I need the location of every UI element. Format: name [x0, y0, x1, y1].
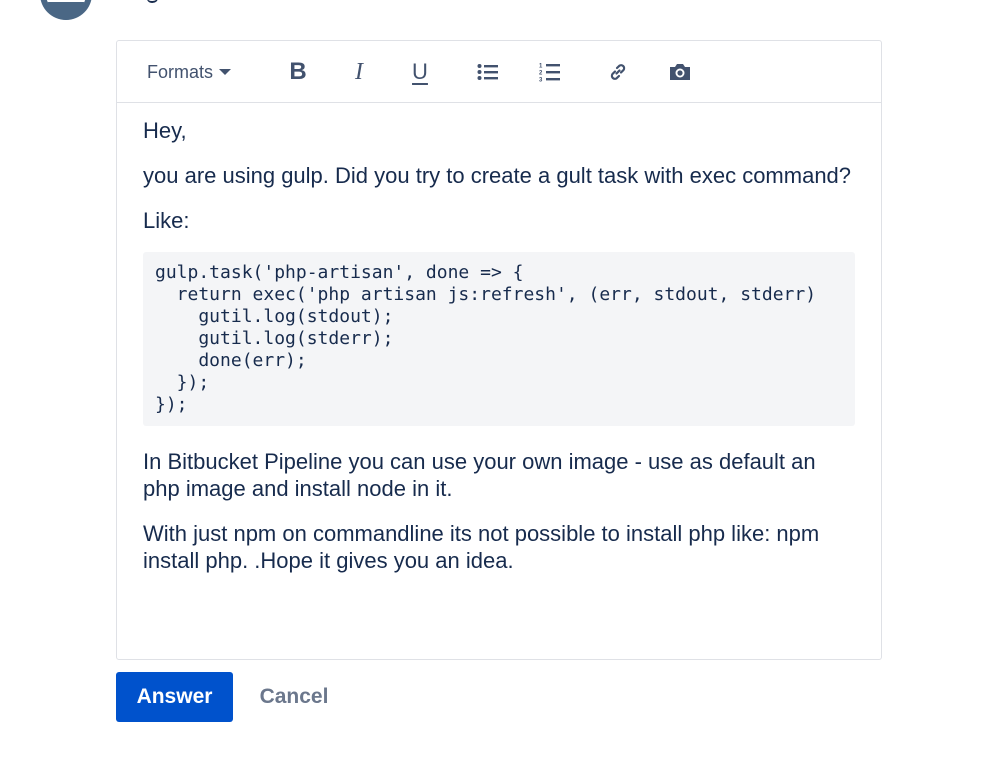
- answer-button[interactable]: Answer: [116, 672, 233, 722]
- svg-text:1: 1: [539, 64, 543, 70]
- link-icon[interactable]: [603, 41, 633, 103]
- formats-label: Formats: [147, 61, 214, 82]
- italic-icon[interactable]: I: [344, 41, 374, 103]
- editor-content[interactable]: Hey, you are using gulp. Did you try to …: [117, 103, 881, 574]
- greeting-text: Hey,: [143, 118, 187, 143]
- comment-editor: Formats B I U 1 2 3 Hey, you are using g…: [116, 40, 882, 660]
- avatar-beard: [48, 2, 84, 20]
- paragraph: With just npm on commandline its not pos…: [143, 521, 820, 573]
- svg-text:2: 2: [539, 71, 543, 77]
- cancel-button[interactable]: Cancel: [248, 672, 340, 722]
- bullet-list-icon[interactable]: [473, 41, 503, 103]
- bold-icon[interactable]: B: [283, 41, 313, 103]
- page: ಲಿ Formats B I U: [0, 0, 999, 760]
- camera-icon[interactable]: [665, 41, 695, 103]
- formats-dropdown[interactable]: Formats: [147, 41, 232, 103]
- paragraph: Like:: [143, 208, 190, 233]
- numbered-list-icon[interactable]: 1 2 3: [535, 41, 565, 103]
- chevron-down-icon: [219, 69, 232, 75]
- underline-icon[interactable]: U: [405, 41, 435, 103]
- user-name: ಲಿ: [146, 0, 160, 9]
- editor-toolbar: Formats B I U 1 2 3: [117, 41, 881, 103]
- paragraph: you are using gulp. Did you try to creat…: [143, 163, 852, 188]
- avatar[interactable]: [40, 0, 92, 20]
- svg-text:3: 3: [539, 78, 543, 83]
- paragraph: In Bitbucket Pipeline you can use your o…: [143, 449, 816, 501]
- code-block: gulp.task('php-artisan', done => { retur…: [143, 252, 855, 426]
